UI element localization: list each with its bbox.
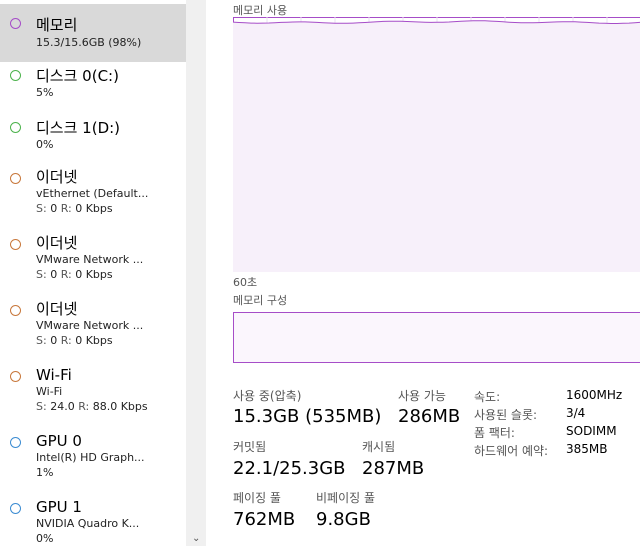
- form-factor-value: SODIMM: [566, 424, 617, 438]
- paged-pool-value: 762MB: [233, 509, 296, 530]
- speed-label: 속도:: [474, 390, 501, 404]
- sidebar-item-label: 메모리: [36, 16, 78, 34]
- sidebar-item-usage: 1%: [36, 466, 54, 479]
- sidebar-item-label: 이더넷: [36, 234, 78, 252]
- sidebar-item-label: GPU 0: [36, 432, 82, 450]
- cached-label: 캐시됨: [362, 440, 396, 454]
- memory-detail-panel: 메모리 사용 60초 메모리 구성 사용 중(압축) 15.3GB (535MB…: [206, 0, 640, 546]
- wifi-indicator-icon: [10, 371, 21, 382]
- memory-usage-chart: [233, 17, 640, 272]
- disk-indicator-icon: [10, 122, 21, 133]
- available-value: 286MB: [398, 406, 461, 427]
- hardware-reserved-label: 하드웨어 예약:: [474, 444, 549, 458]
- sidebar-item-throughput: S: 0 R: 0 Kbps: [36, 202, 113, 215]
- slots-used-label: 사용된 슬롯:: [474, 408, 538, 422]
- sidebar-item-detail: 0%: [36, 138, 54, 151]
- sidebar-item-memory[interactable]: 메모리 15.3/15.6GB (98%): [0, 4, 186, 62]
- memory-usage-label: 메모리 사용: [233, 4, 288, 17]
- form-factor-label: 폼 팩터:: [474, 426, 515, 440]
- available-label: 사용 가능: [398, 389, 446, 403]
- sidebar-item-detail: vEthernet (Default...: [36, 187, 149, 200]
- cached-value: 287MB: [362, 458, 425, 479]
- sidebar-item-detail: Wi-Fi: [36, 385, 63, 398]
- nonpaged-pool-label: 비페이징 풀: [316, 491, 376, 505]
- sidebar-item-label: 디스크 1(D:): [36, 119, 121, 137]
- memory-indicator-icon: [10, 18, 21, 29]
- sidebar-item-label: Wi-Fi: [36, 366, 72, 384]
- speed-value: 1600MHz: [566, 388, 623, 402]
- sidebar-item-detail: Intel(R) HD Graph...: [36, 451, 145, 464]
- time-span-label: 60초: [233, 276, 258, 289]
- gpu-indicator-icon: [10, 437, 21, 448]
- sidebar-item-label: 디스크 0(C:): [36, 67, 119, 85]
- committed-value: 22.1/25.3GB: [233, 458, 346, 479]
- slots-used-value: 3/4: [566, 406, 586, 420]
- ethernet-indicator-icon: [10, 239, 21, 250]
- sidebar-item-throughput: S: 24.0 R: 88.0 Kbps: [36, 400, 148, 413]
- chevron-down-icon[interactable]: ⌄: [192, 534, 200, 544]
- sidebar-item-label: GPU 1: [36, 498, 82, 516]
- sidebar-item-ethernet-2[interactable]: 이더넷 VMware Network ... S: 0 R: 0 Kbps: [0, 230, 186, 288]
- ethernet-indicator-icon: [10, 305, 21, 316]
- sidebar-item-throughput: S: 0 R: 0 Kbps: [36, 334, 113, 347]
- sidebar-item-ethernet-1[interactable]: 이더넷 vEthernet (Default... S: 0 R: 0 Kbps: [0, 164, 186, 222]
- sidebar-item-ethernet-3[interactable]: 이더넷 VMware Network ... S: 0 R: 0 Kbps: [0, 296, 186, 354]
- paged-pool-label: 페이징 풀: [233, 491, 281, 505]
- sidebar-item-detail: VMware Network ...: [36, 253, 144, 266]
- sidebar-item-gpu0[interactable]: GPU 0 Intel(R) HD Graph... 1%: [0, 428, 186, 486]
- memory-composition-bar: [233, 312, 640, 363]
- sidebar-item-label: 이더넷: [36, 168, 78, 186]
- gpu-indicator-icon: [10, 503, 21, 514]
- ethernet-indicator-icon: [10, 173, 21, 184]
- hardware-reserved-value: 385MB: [566, 442, 608, 456]
- nonpaged-pool-value: 9.8GB: [316, 509, 371, 530]
- memory-usage-graph: [233, 17, 640, 272]
- sidebar-item-wifi[interactable]: Wi-Fi Wi-Fi S: 24.0 R: 88.0 Kbps: [0, 362, 186, 420]
- memory-usage-fill: [233, 20, 640, 272]
- in-use-label: 사용 중(압축): [233, 389, 302, 403]
- sidebar-item-gpu1[interactable]: GPU 1 NVIDIA Quadro K... 0%: [0, 494, 186, 546]
- memory-composition-label: 메모리 구성: [233, 294, 288, 307]
- sidebar-item-detail: 5%: [36, 86, 54, 99]
- sidebar-scrollbar[interactable]: ⌄: [186, 0, 206, 546]
- sidebar-item-label: 이더넷: [36, 300, 78, 318]
- disk-indicator-icon: [10, 70, 21, 81]
- sidebar: 메모리 15.3/15.6GB (98%) 디스크 0(C:) 5% 디스크 1…: [0, 0, 186, 546]
- sidebar-item-throughput: S: 0 R: 0 Kbps: [36, 268, 113, 281]
- committed-label: 커밋됨: [233, 440, 267, 454]
- sidebar-item-disk0[interactable]: 디스크 0(C:) 5%: [0, 62, 186, 120]
- sidebar-item-detail: VMware Network ...: [36, 319, 144, 332]
- sidebar-item-usage: 0%: [36, 532, 54, 545]
- in-use-value: 15.3GB (535MB): [233, 406, 382, 427]
- sidebar-item-detail: NVIDIA Quadro K...: [36, 517, 140, 530]
- sidebar-item-detail: 15.3/15.6GB (98%): [36, 36, 142, 49]
